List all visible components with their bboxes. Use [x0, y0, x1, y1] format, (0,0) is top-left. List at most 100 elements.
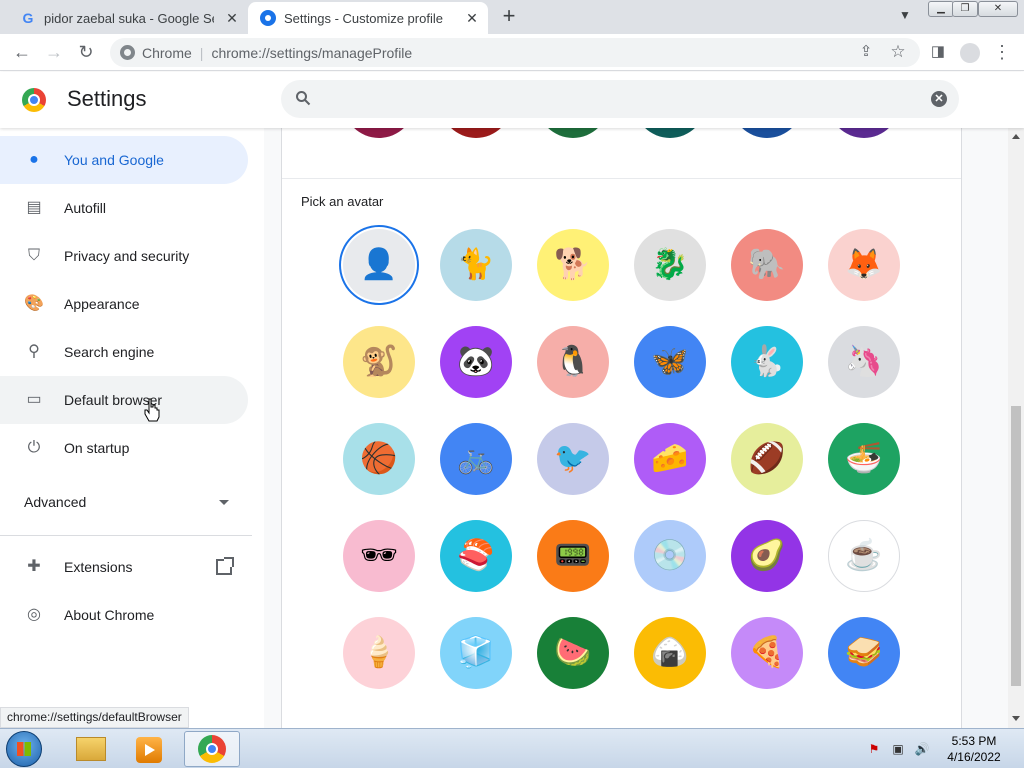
avatar-tamagotchi[interactable]: 📟: [537, 520, 609, 592]
share-icon[interactable]: ⇪: [854, 40, 878, 64]
theme-color-swatch[interactable]: [343, 128, 415, 138]
avatar-origami-elephant[interactable]: 🐘: [731, 229, 803, 301]
page-scrollbar[interactable]: [1008, 128, 1024, 728]
theme-color-swatch[interactable]: [537, 128, 609, 138]
pick-avatar-label: Pick an avatar: [301, 194, 384, 209]
theme-color-swatch[interactable]: [634, 128, 706, 138]
close-tab-icon[interactable]: ✕: [224, 10, 240, 26]
chrome-logo-icon: [22, 88, 46, 112]
sidebar-item-default-browser[interactable]: ▭ Default browser: [0, 376, 248, 424]
close-window-button[interactable]: ✕: [978, 1, 1018, 17]
sidebar-item-search-engine[interactable]: ⚲ Search engine: [0, 328, 248, 376]
tab-title: pidor zaebal suka - Google Search: [44, 10, 214, 26]
origami-penguin-icon: 🐧: [554, 345, 592, 378]
minimize-button[interactable]: ▁: [928, 1, 954, 17]
avatar-origami-monkey[interactable]: 🐒: [343, 326, 415, 398]
avatar-ice-cream[interactable]: 🍦: [343, 617, 415, 689]
avatar-bike[interactable]: 🚲: [440, 423, 512, 495]
chrome-icon: ◎: [27, 606, 41, 623]
avatar-basketball[interactable]: 🏀: [343, 423, 415, 495]
avatar-onigiri[interactable]: 🍙: [634, 617, 706, 689]
palette-icon: 🎨: [24, 295, 44, 312]
tab-settings[interactable]: Settings - Customize profile ✕: [248, 2, 488, 34]
sidebar-item-you-and-google[interactable]: ● You and Google: [0, 136, 248, 184]
url-text: chrome://settings/manageProfile: [211, 44, 413, 61]
avatar-origami-butterfly[interactable]: 🦋: [634, 326, 706, 398]
avatar-origami-rabbit[interactable]: 🐇: [731, 326, 803, 398]
sidebar-item-extensions[interactable]: ✚ Extensions: [0, 543, 248, 591]
volume-icon[interactable]: 🔊: [914, 741, 930, 757]
avatar-cappuccino[interactable]: ☕: [828, 520, 900, 592]
folder-icon: [76, 737, 106, 761]
avatar-sandwich[interactable]: 🥪: [828, 617, 900, 689]
reload-icon[interactable]: ↻: [74, 40, 98, 64]
avatar-origami-corgi[interactable]: 🐕: [537, 229, 609, 301]
theme-color-swatch[interactable]: [440, 128, 512, 138]
open-in-new-icon: [216, 557, 234, 575]
browser-window-icon: ▭: [26, 391, 42, 408]
start-button[interactable]: [6, 731, 42, 767]
profile-avatar-icon[interactable]: [958, 40, 982, 64]
sidebar-item-label: About Chrome: [64, 607, 155, 623]
avatar-pizza[interactable]: 🍕: [731, 617, 803, 689]
action-center-flag-icon[interactable]: ⚑: [866, 741, 882, 757]
avatar-generic-person[interactable]: 👤: [343, 229, 415, 301]
avatar-origami-panda[interactable]: 🐼: [440, 326, 512, 398]
back-arrow-icon[interactable]: ←: [10, 40, 34, 64]
settings-sidebar: ● You and Google ▤ Autofill ⛉ Privacy an…: [0, 128, 264, 728]
cheese-icon: 🧀: [651, 442, 689, 475]
network-icon[interactable]: ▣: [890, 741, 906, 757]
taskbar-explorer[interactable]: [62, 731, 118, 767]
avatar-sushi[interactable]: 🍣: [440, 520, 512, 592]
avatar-origami-dragon[interactable]: 🐉: [634, 229, 706, 301]
clock-date[interactable]: 4/16/2022: [944, 750, 1004, 764]
scroll-up-arrow-icon[interactable]: [1012, 134, 1020, 139]
avatar-sunglasses[interactable]: 🕶: [343, 520, 415, 592]
scroll-thumb[interactable]: [1011, 406, 1021, 686]
avatar-origami-cat[interactable]: 🐈: [440, 229, 512, 301]
avatar-avocado[interactable]: 🥑: [731, 520, 803, 592]
clear-search-icon[interactable]: ✕: [931, 91, 947, 107]
taskbar-media-player[interactable]: [122, 731, 178, 767]
page-title: Settings: [67, 86, 147, 111]
more-menu-icon[interactable]: ⋮: [990, 40, 1014, 64]
sidebar-item-appearance[interactable]: 🎨 Appearance: [0, 280, 248, 328]
tab-google-search[interactable]: G pidor zaebal suka - Google Search ✕: [8, 2, 248, 34]
sushi-icon: 🍣: [457, 539, 495, 572]
restore-button[interactable]: ❐: [952, 1, 978, 17]
clock-time[interactable]: 5:53 PM: [944, 734, 1004, 748]
avatar-bird[interactable]: 🐦: [537, 423, 609, 495]
section-divider: [282, 178, 961, 179]
theme-color-swatch[interactable]: [731, 128, 803, 138]
sidebar-item-label: Autofill: [64, 200, 107, 216]
scroll-down-arrow-icon[interactable]: [1012, 716, 1020, 721]
advanced-toggle[interactable]: Advanced: [24, 494, 86, 510]
avatar-watermelon[interactable]: 🍉: [537, 617, 609, 689]
theme-color-swatch[interactable]: [828, 128, 900, 138]
avatar-origami-unicorn[interactable]: 🦄: [828, 326, 900, 398]
avatar-origami-penguin[interactable]: 🐧: [537, 326, 609, 398]
avatar-ramen[interactable]: 🍜: [828, 423, 900, 495]
bookmark-star-icon[interactable]: ☆: [886, 40, 910, 64]
avatar-football[interactable]: 🏈: [731, 423, 803, 495]
sidebar-item-autofill[interactable]: ▤ Autofill: [0, 184, 248, 232]
avatar-vinyl[interactable]: 💿: [634, 520, 706, 592]
sidebar-item-privacy[interactable]: ⛉ Privacy and security: [0, 232, 248, 280]
search-icon: ⚲: [28, 343, 40, 360]
settings-search-input[interactable]: ✕: [281, 80, 959, 118]
sidebar-item-about-chrome[interactable]: ◎ About Chrome: [0, 591, 248, 639]
taskbar-chrome[interactable]: [184, 731, 240, 767]
new-tab-button[interactable]: +: [498, 5, 520, 28]
side-panel-icon[interactable]: ◨: [926, 40, 950, 64]
forward-arrow-icon[interactable]: →: [42, 40, 66, 64]
omnibox-separator: |: [199, 44, 204, 61]
tab-search-chevron-icon[interactable]: ▼: [896, 8, 914, 26]
origami-dragon-icon: 🐉: [651, 248, 689, 281]
avatar-cheese[interactable]: 🧀: [634, 423, 706, 495]
address-bar[interactable]: Chrome | chrome://settings/manageProfile: [110, 38, 920, 67]
caret-down-icon[interactable]: [219, 500, 229, 505]
sidebar-item-on-startup[interactable]: ⏻ On startup: [0, 424, 248, 472]
avatar-ice-water[interactable]: 🧊: [440, 617, 512, 689]
close-tab-icon[interactable]: ✕: [464, 10, 480, 26]
avatar-origami-fox[interactable]: 🦊: [828, 229, 900, 301]
